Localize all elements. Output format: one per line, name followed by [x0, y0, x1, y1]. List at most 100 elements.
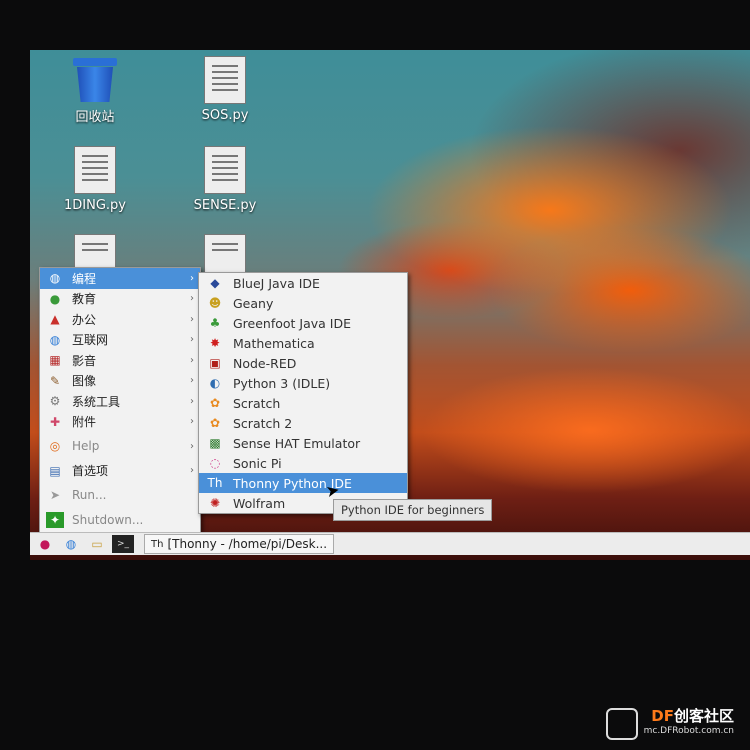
submenu-item-label: Mathematica [233, 335, 315, 351]
desktop-icon-sense-py[interactable]: SENSE.py [180, 146, 270, 213]
dfrobot-logo-icon [606, 708, 638, 740]
submenu-item-label: Scratch 2 [233, 415, 293, 431]
submenu-item-bluej[interactable]: ◆ BlueJ Java IDE [199, 273, 407, 293]
office-icon: ▲ [50, 312, 60, 327]
python-icon: ◐ [209, 376, 221, 390]
menu-item-label: 附件 [72, 415, 97, 430]
desktop-icon-label: 回收站 [75, 110, 115, 125]
education-icon: ● [49, 291, 61, 306]
submenu-item-label: Scratch [233, 395, 281, 411]
submenu-item-geany[interactable]: ☻ Geany [199, 293, 407, 313]
menu-item-shutdown[interactable]: ✦ Shutdown... [40, 510, 200, 531]
taskbar-window-thonny[interactable]: Th [Thonny - /home/pi/Desk... [144, 534, 335, 554]
globe-icon: ◍ [49, 271, 61, 286]
graphics-icon: ✎ [49, 373, 61, 388]
desktop-icon-trash[interactable]: 回收站 [50, 58, 140, 125]
thonny-icon: Th [207, 476, 223, 490]
submenu-item-label: BlueJ Java IDE [233, 275, 320, 291]
chevron-right-icon: › [190, 334, 194, 346]
chevron-right-icon: › [190, 354, 194, 366]
shutdown-icon: ✦ [46, 511, 64, 528]
thonny-icon: Th [151, 538, 164, 550]
mathematica-icon: ✸ [209, 336, 221, 350]
chevron-right-icon: › [190, 395, 194, 407]
chevron-right-icon: › [190, 440, 194, 452]
text-file-icon [204, 146, 246, 194]
menu-item-programming[interactable]: ◍ 编程 › [40, 268, 200, 289]
desktop-screen: 回收站 SOS.py 1DING.py SENSE.py ◍ 编程 › ● 教育 [30, 50, 750, 560]
menu-item-label: 系统工具 [72, 394, 121, 409]
file-manager-icon[interactable]: ▭ [86, 535, 108, 553]
help-icon: ◎ [49, 439, 61, 454]
desktop-icon-sos-py[interactable]: SOS.py [180, 56, 270, 123]
media-icon: ▦ [49, 353, 61, 368]
menu-item-label: 互联网 [72, 333, 109, 348]
chevron-right-icon: › [190, 375, 194, 387]
raspberry-menu-icon[interactable]: ● [34, 535, 56, 553]
submenu-item-node-red[interactable]: ▣ Node-RED [199, 353, 407, 373]
submenu-item-scratch[interactable]: ✿ Scratch [199, 393, 407, 413]
chevron-right-icon: › [190, 313, 194, 325]
desktop-icon-label: 1DING.py [64, 198, 126, 213]
menu-item-help[interactable]: ◎ Help › [40, 436, 200, 457]
wolfram-icon: ✺ [209, 496, 221, 510]
menu-item-graphics[interactable]: ✎ 图像 › [40, 371, 200, 392]
node-red-icon: ▣ [209, 356, 221, 370]
submenu-item-greenfoot[interactable]: ♣ Greenfoot Java IDE [199, 313, 407, 333]
menu-item-preferences[interactable]: ▤ 首选项 › [40, 461, 200, 482]
menu-item-accessories[interactable]: ✚ 附件 › [40, 412, 200, 433]
web-browser-icon[interactable]: ◍ [60, 535, 82, 553]
trash-icon [71, 58, 119, 102]
run-icon: ➤ [49, 488, 61, 503]
menu-item-office[interactable]: ▲ 办公 › [40, 309, 200, 330]
desktop-icon-label: SENSE.py [193, 198, 257, 213]
text-file-icon [204, 56, 246, 104]
menu-item-education[interactable]: ● 教育 › [40, 289, 200, 310]
submenu-item-sonic-pi[interactable]: ◌ Sonic Pi [199, 453, 407, 473]
preferences-icon: ▤ [49, 463, 61, 478]
programming-submenu: ◆ BlueJ Java IDE ☻ Geany ♣ Greenfoot Jav… [198, 272, 408, 514]
menu-item-label: Help [72, 439, 100, 454]
greenfoot-icon: ♣ [209, 316, 221, 330]
geany-icon: ☻ [208, 296, 222, 310]
submenu-item-label: Greenfoot Java IDE [233, 315, 352, 331]
terminal-icon[interactable]: >_ [112, 535, 134, 553]
taskbar-window-label: [Thonny - /home/pi/Desk... [167, 537, 328, 551]
menu-item-internet[interactable]: ◍ 互联网 › [40, 330, 200, 351]
system-tools-icon: ⚙ [49, 394, 61, 409]
submenu-item-mathematica[interactable]: ✸ Mathematica [199, 333, 407, 353]
taskbar: ● ◍ ▭ >_ Th [Thonny - /home/pi/Desk... [30, 532, 750, 555]
menu-item-label: 首选项 [72, 464, 109, 479]
application-menu: ◍ 编程 › ● 教育 › ▲ 办公 › ◍ 互联网 › ▦ 影音 › ✎ 图像… [39, 267, 201, 536]
scratch-icon: ✿ [209, 396, 221, 410]
submenu-item-scratch2[interactable]: ✿ Scratch 2 [199, 413, 407, 433]
submenu-item-python3-idle[interactable]: ◐ Python 3 (IDLE) [199, 373, 407, 393]
scratch2-icon: ✿ [209, 416, 221, 430]
menu-item-system-tools[interactable]: ⚙ 系统工具 › [40, 391, 200, 412]
chevron-right-icon: › [190, 293, 194, 305]
chevron-right-icon: › [190, 272, 194, 284]
submenu-item-sense-hat[interactable]: ▩ Sense HAT Emulator [199, 433, 407, 453]
menu-item-label: 影音 [72, 353, 97, 368]
menu-item-label: 办公 [72, 312, 97, 327]
desktop-icon-1ding-py[interactable]: 1DING.py [50, 146, 140, 213]
menu-item-label: 教育 [72, 292, 97, 307]
submenu-item-label: Geany [233, 295, 274, 311]
submenu-item-label: Python 3 (IDLE) [233, 375, 331, 391]
text-file-icon [74, 146, 116, 194]
bluej-icon: ◆ [210, 276, 220, 290]
sense-hat-icon: ▩ [209, 436, 221, 450]
menu-item-media[interactable]: ▦ 影音 › [40, 350, 200, 371]
tooltip: Python IDE for beginners [333, 499, 493, 521]
menu-item-label: 编程 [72, 271, 97, 286]
submenu-item-thonny[interactable]: Th Thonny Python IDE [199, 473, 407, 493]
watermark-brand-prefix: DF [651, 707, 674, 725]
submenu-item-label: Node-RED [233, 355, 297, 371]
submenu-item-label: Sense HAT Emulator [233, 435, 361, 451]
menu-item-run[interactable]: ➤ Run... [40, 485, 200, 506]
watermark-brand: 创客社区 [673, 707, 734, 725]
submenu-item-label: Sonic Pi [233, 455, 282, 471]
sonic-pi-icon: ◌ [209, 456, 221, 470]
desktop-icon-label: SOS.py [201, 108, 249, 123]
accessories-icon: ✚ [49, 414, 61, 429]
